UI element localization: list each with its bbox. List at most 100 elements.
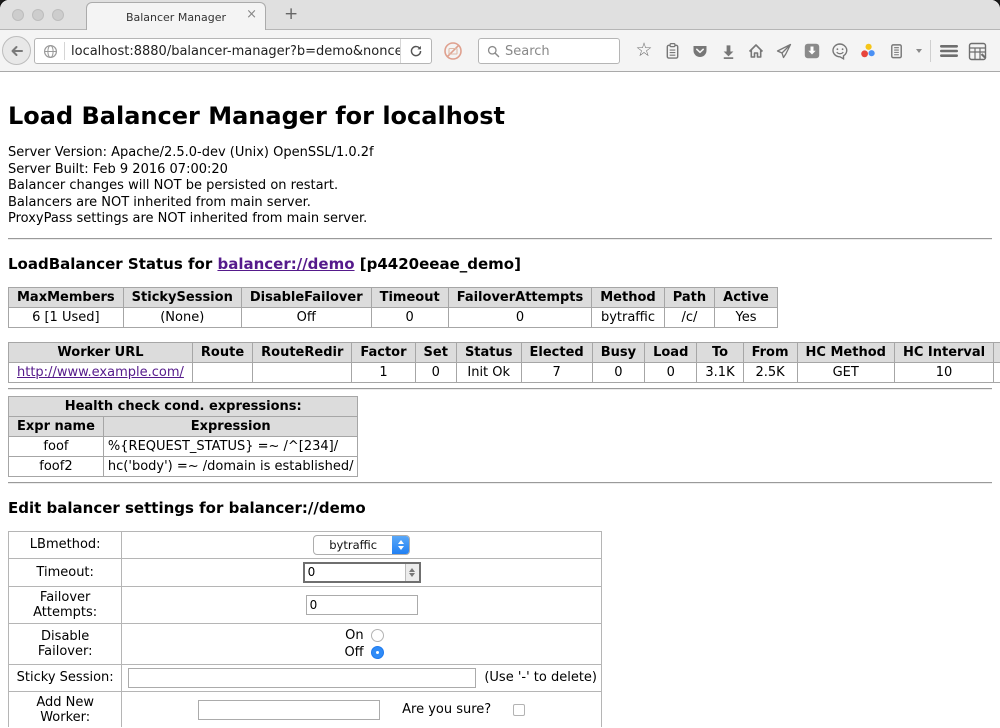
content-blocked-icon[interactable] [443, 41, 463, 61]
reload-button[interactable] [400, 39, 431, 63]
column-header: HC Interval [894, 342, 993, 362]
are-you-sure-checkbox[interactable] [513, 704, 525, 716]
tab-balancer-manager[interactable]: Balancer Manager × [86, 2, 266, 31]
table-row: foof %{REQUEST_STATUS} =~ /^[234]/ [9, 436, 358, 456]
add-worker-input[interactable] [198, 700, 380, 720]
worker-url-link[interactable]: http://www.example.com/ [17, 365, 184, 380]
server-info-line: Balancers are NOT inherited from main se… [8, 195, 1000, 212]
cell-from: 2.5K [743, 362, 797, 382]
disable-failover-on-radio[interactable] [371, 629, 384, 642]
back-button[interactable] [2, 36, 31, 65]
clipboard-icon[interactable] [658, 37, 686, 65]
failover-attempts-input[interactable] [306, 595, 418, 615]
column-header: HC Method [797, 342, 894, 362]
column-header: Load [645, 342, 697, 362]
column-header: From [743, 342, 797, 362]
table-title-row: Health check cond. expressions: [9, 396, 358, 416]
cell-elected: 7 [521, 362, 592, 382]
section-divider [8, 482, 992, 484]
column-header: Status [456, 342, 521, 362]
column-header: Expr name [9, 416, 104, 436]
column-header: DisableFailover [241, 287, 371, 307]
form-row-sticky-session: Sticky Session: (Use '-' to delete) [9, 664, 602, 691]
timeout-input[interactable] [305, 564, 405, 581]
number-spinner-icon[interactable] [405, 564, 419, 581]
status-heading-prefix: LoadBalancer Status for [8, 255, 217, 273]
server-info-line: Balancer changes will NOT be persisted o… [8, 178, 1000, 195]
server-info-line: Server Built: Feb 9 2016 07:00:20 [8, 162, 1000, 179]
health-table-title: Health check cond. expressions: [9, 396, 358, 416]
window-zoom-button[interactable] [52, 9, 64, 21]
form-row-disable-failover: Disable Failover: On Off [9, 623, 602, 664]
globe-icon [43, 44, 58, 59]
cell-passes: 1 (0) [994, 362, 1000, 382]
table-row: foof2 hc('body') =~ /domain is establish… [9, 456, 358, 476]
column-header: To [697, 342, 743, 362]
status-heading: LoadBalancer Status for balancer://demo … [8, 255, 1000, 273]
window-controls [12, 9, 64, 21]
column-header: Factor [352, 342, 415, 362]
column-header: Route [192, 342, 252, 362]
chat-smiley-icon[interactable] [826, 37, 854, 65]
menu-icon[interactable] [935, 37, 963, 65]
cell-maxmembers: 6 [1 Used] [9, 307, 124, 327]
search-bar[interactable] [478, 38, 620, 64]
url-separator [64, 42, 65, 60]
failover-attempts-label: Failover Attempts: [9, 586, 122, 623]
url-input[interactable] [71, 44, 400, 59]
cell-method: bytraffic [592, 307, 664, 327]
server-info-line: Server Version: Apache/2.5.0-dev (Unix) … [8, 145, 1000, 162]
column-header: Expression [103, 416, 358, 436]
home-icon[interactable] [742, 37, 770, 65]
tab-title: Balancer Manager [126, 11, 226, 24]
table-row: 6 [1 Used] (None) Off 0 0 bytraffic /c/ … [9, 307, 778, 327]
table-header-row: MaxMembers StickySession DisableFailover… [9, 287, 778, 307]
column-header: Path [664, 287, 714, 307]
new-tab-button[interactable]: + [278, 6, 304, 23]
sticky-session-hint: (Use '-' to delete) [484, 670, 597, 685]
overflow-caret-icon[interactable] [910, 37, 926, 65]
health-check-table: Health check cond. expressions: Expr nam… [8, 396, 358, 477]
cell-hc-method: GET [797, 362, 894, 382]
column-header: Worker URL [9, 342, 193, 362]
are-you-sure-label: Are you sure? [402, 702, 491, 717]
window-close-button[interactable] [12, 9, 24, 21]
cell-routeredir [253, 362, 352, 382]
add-worker-label: Add New Worker: [9, 691, 122, 727]
section-divider [8, 238, 992, 240]
form-row-lbmethod: LBmethod: bytraffic [9, 531, 602, 558]
cell-expression: hc('body') =~ /domain is established/ [103, 456, 358, 476]
downloads-icon[interactable] [714, 37, 742, 65]
list-box-icon[interactable] [882, 37, 910, 65]
colored-dots-icon[interactable] [854, 37, 882, 65]
column-header: Timeout [371, 287, 448, 307]
search-input[interactable] [505, 44, 619, 59]
cell-stickysession: (None) [123, 307, 241, 327]
bookmark-star-icon[interactable]: ☆ [630, 37, 658, 65]
column-header: Busy [592, 342, 644, 362]
balancer-demo-link[interactable]: balancer://demo [217, 255, 354, 273]
send-plane-icon[interactable] [770, 37, 798, 65]
lbmethod-selected-value: bytraffic [314, 536, 392, 554]
cell-busy: 0 [592, 362, 644, 382]
tab-bar: Balancer Manager × + [0, 0, 1000, 30]
url-bar[interactable] [34, 38, 432, 64]
window-minimize-button[interactable] [32, 9, 44, 21]
reader-grid-icon[interactable] [963, 37, 991, 65]
lbmethod-select[interactable]: bytraffic [313, 535, 410, 555]
select-stepper-icon [392, 536, 409, 554]
column-header: Active [715, 287, 778, 307]
pocket-icon[interactable] [686, 37, 714, 65]
sticky-session-input[interactable] [128, 668, 476, 688]
timeout-field[interactable] [303, 562, 421, 583]
download-box-icon[interactable] [798, 37, 826, 65]
cell-hc-interval: 10 [894, 362, 993, 382]
column-header: Method [592, 287, 664, 307]
column-header: MaxMembers [9, 287, 124, 307]
lbmethod-label: LBmethod: [9, 531, 122, 558]
column-header: RouteRedir [253, 342, 352, 362]
section-divider [8, 388, 992, 390]
worker-table: Worker URL Route RouteRedir Factor Set S… [8, 342, 1000, 383]
disable-failover-off-radio[interactable] [371, 646, 384, 659]
close-tab-icon[interactable]: × [246, 8, 257, 21]
